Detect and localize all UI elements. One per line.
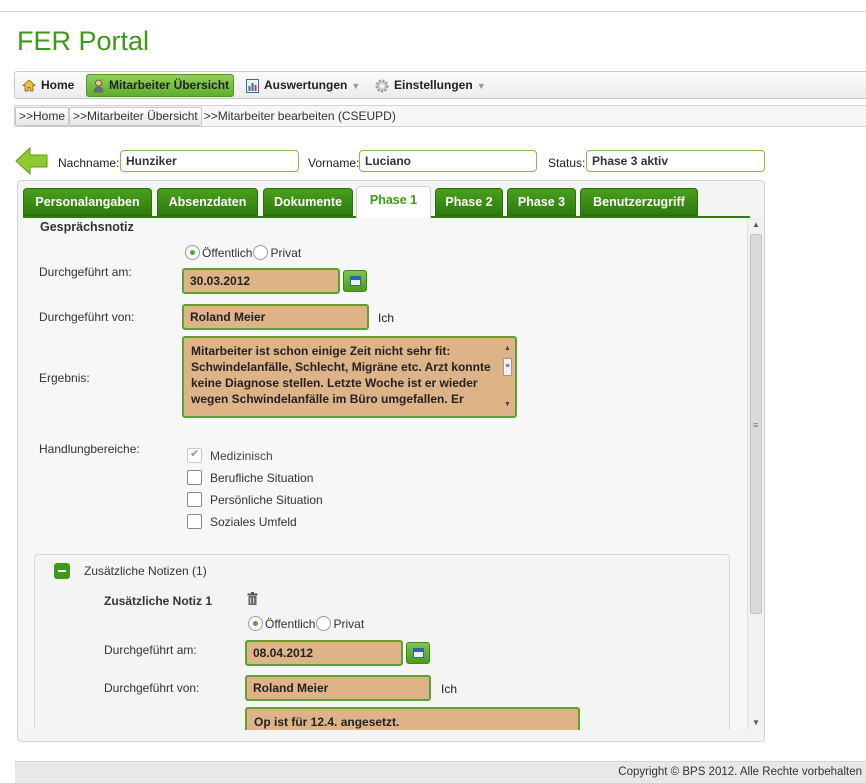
content-scrollbar[interactable]: ▲ ≡ ▼ (747, 218, 764, 730)
nachname-label: Nachname: (58, 156, 120, 170)
copyright-text: Copyright © BPS 2012. Alle Rechte vorbeh… (618, 766, 862, 778)
note-by-me-link[interactable]: Ich (441, 682, 457, 696)
note-text: Op ist für 12.4. angesetzt. (254, 715, 400, 729)
user-icon (93, 79, 104, 93)
collapse-icon[interactable] (54, 563, 70, 579)
breadcrumb-home[interactable]: >>Home (15, 107, 70, 126)
breadcrumb: >>Home >>Mitarbeiter Übersicht >>Mitarbeit… (14, 105, 866, 127)
note-radio-private[interactable] (316, 616, 332, 632)
tab-benutzerzugriff[interactable]: Benutzerzugriff (580, 188, 698, 216)
radio-public[interactable] (185, 245, 200, 261)
nav-auswertungen[interactable]: Auswertungen ▼ (246, 75, 360, 96)
area-medizinisch[interactable]: Medizinisch (187, 447, 273, 464)
note-date-picker-button[interactable] (406, 642, 430, 664)
breadcrumb-current: >>Mitarbeiter bearbeiten (CSEUPD) (203, 109, 396, 123)
note-radio-public[interactable] (248, 616, 263, 632)
chart-icon (246, 78, 259, 93)
grip-icon: ≡ (753, 420, 759, 430)
checkbox-soziales-umfeld[interactable] (187, 514, 202, 530)
tab-personalangaben[interactable]: Personalangaben (23, 188, 152, 216)
footer: Copyright © BPS 2012. Alle Rechte vorbeh… (15, 761, 866, 783)
by-field[interactable]: Roland Meier (182, 304, 369, 330)
tab-phase-2[interactable]: Phase 2 (435, 188, 503, 216)
by-label: Durchgeführt von: (39, 310, 135, 324)
scroll-down-icon[interactable]: ▼ (502, 397, 513, 413)
nav-einstellungen[interactable]: Einstellungen ▼ (375, 75, 486, 96)
section-title: Gesprächsnotiz (40, 220, 134, 234)
note-date-label: Durchgeführt am: (104, 643, 197, 657)
note-date-field[interactable]: 08.04.2012 (245, 640, 403, 666)
checkbox-medizinisch[interactable] (187, 447, 202, 464)
areas-label: Handlungbereiche: (39, 442, 140, 456)
result-text: Mitarbeiter ist schon einige Zeit nicht … (191, 344, 491, 406)
calendar-icon (413, 648, 424, 658)
vorname-label: Vorname: (308, 156, 360, 170)
note-textarea[interactable]: Op ist für 12.4. angesetzt. (245, 707, 580, 730)
app-title: FER Portal (17, 26, 150, 56)
tab-absenzdaten[interactable]: Absenzdaten (157, 188, 258, 216)
scroll-thumb[interactable]: ≡ (750, 234, 762, 614)
by-me-link[interactable]: Ich (378, 311, 394, 325)
status-label: Status: (548, 156, 586, 170)
main-nav: Home Mitarbeiter Übersicht Auswertungen ▼… (14, 71, 866, 99)
notes-header: Zusätzliche Notizen (1) (84, 564, 207, 578)
top-divider (0, 11, 866, 12)
checkbox-berufliche-situation[interactable] (187, 470, 202, 486)
area-soziales-umfeld[interactable]: Soziales Umfeld (187, 514, 297, 530)
scroll-up-icon[interactable]: ▲ (748, 218, 764, 232)
nachname-field[interactable]: Hunziker (120, 150, 299, 172)
scroll-thumb[interactable]: ≡ (503, 358, 512, 376)
note-by-field[interactable]: Roland Meier (245, 675, 431, 701)
chevron-down-icon: ▼ (476, 81, 486, 91)
calendar-icon (350, 276, 361, 286)
scroll-up-icon[interactable]: ▲ (502, 341, 513, 357)
tab-dokumente[interactable]: Dokumente (263, 188, 353, 216)
vorname-field[interactable]: Luciano (359, 150, 537, 172)
breadcrumb-mitarbeiter[interactable]: >>Mitarbeiter Übersicht (69, 107, 202, 126)
area-persoenliche-situation[interactable]: Persönliche Situation (187, 492, 323, 508)
tab-phase-3[interactable]: Phase 3 (507, 188, 576, 216)
checkbox-persoenliche-situation[interactable] (187, 492, 202, 508)
status-field[interactable]: Phase 3 aktiv (586, 150, 765, 172)
chevron-down-icon: ▼ (351, 81, 361, 91)
back-arrow-icon[interactable] (15, 146, 48, 176)
trash-icon[interactable] (247, 592, 258, 605)
home-icon (22, 79, 36, 92)
result-textarea[interactable]: Mitarbeiter ist schon einige Zeit nicht … (182, 336, 517, 418)
textarea-scrollbar[interactable]: ▲ ≡ ▼ (502, 341, 513, 413)
tab-phase-1[interactable]: Phase 1 (356, 186, 431, 218)
date-field[interactable]: 30.03.2012 (182, 268, 340, 294)
nav-home[interactable]: Home (22, 75, 74, 96)
scroll-down-icon[interactable]: ▼ (748, 716, 764, 730)
gear-icon (375, 79, 389, 93)
nav-mitarbeiter[interactable]: Mitarbeiter Übersicht (86, 74, 235, 97)
date-label: Durchgeführt am: (39, 265, 132, 279)
note-by-label: Durchgeführt von: (104, 681, 200, 695)
visibility-radio-group: Öffentlich Privat (185, 245, 301, 261)
area-berufliche-situation[interactable]: Berufliche Situation (187, 470, 313, 486)
note-visibility-radio-group: Öffentlich Privat (248, 616, 364, 632)
radio-private[interactable] (253, 245, 269, 261)
result-label: Ergebnis: (39, 371, 90, 385)
date-picker-button[interactable] (343, 270, 367, 292)
note-title: Zusätzliche Notiz 1 (104, 594, 213, 608)
